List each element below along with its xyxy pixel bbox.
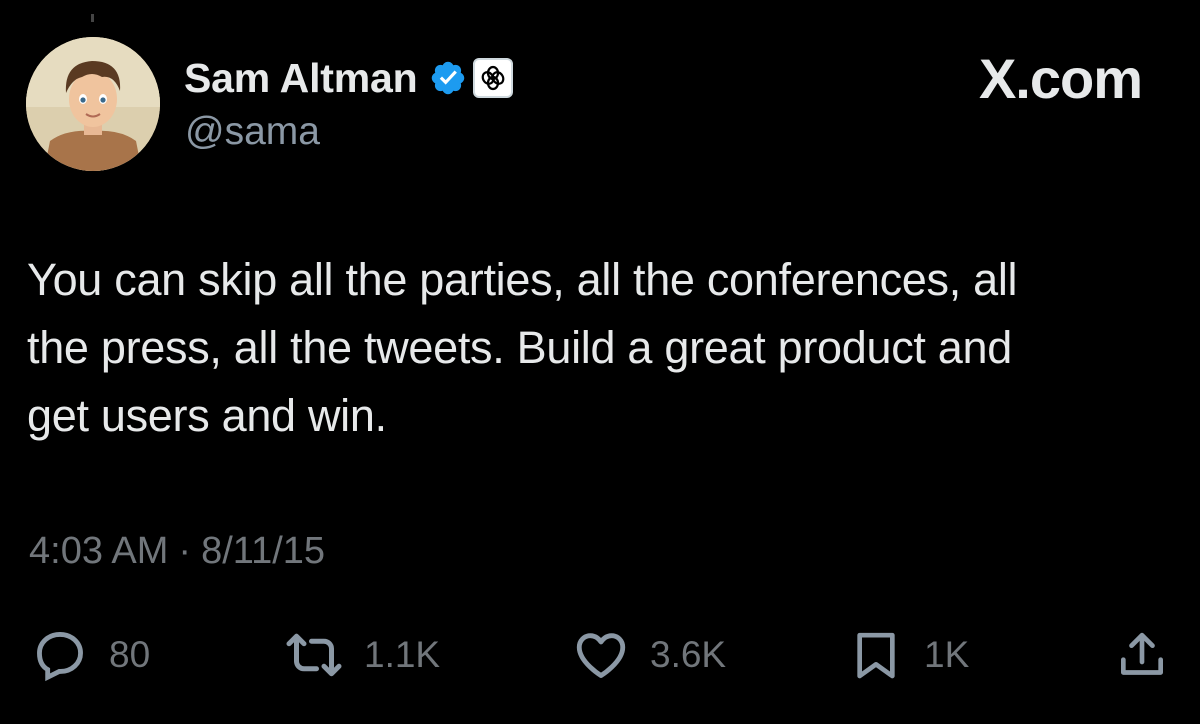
reply-button[interactable]: 80 — [31, 620, 150, 690]
retweet-icon — [284, 625, 344, 685]
x-com-brand: X.com — [978, 47, 1143, 110]
share-icon — [1114, 627, 1170, 683]
heart-icon — [572, 626, 630, 684]
openai-logo-icon[interactable] — [473, 58, 514, 98]
tweet-actions-bar: 80 1.1K 3.6K 1K — [0, 620, 1200, 690]
tweet-time: 4:03 AM — [29, 530, 169, 572]
decorative-dot — [91, 14, 94, 22]
share-button[interactable] — [1114, 620, 1170, 690]
bookmark-count: 1K — [924, 634, 970, 675]
reply-count: 80 — [109, 634, 151, 675]
verified-badge-icon[interactable] — [429, 59, 467, 97]
retweet-count: 1.1K — [364, 634, 441, 675]
bookmark-icon — [848, 627, 904, 683]
tweet-timestamp[interactable]: 4:03 AM · 8/11/15 — [29, 530, 325, 573]
tweet-text: You can skip all the parties, all the co… — [27, 254, 1018, 441]
author-name-row: Sam Altman — [184, 52, 514, 104]
retweet-button[interactable]: 1.1K — [284, 620, 440, 690]
bookmark-button[interactable]: 1K — [848, 620, 969, 690]
tweet-card: Sam Altman @sama X.com You can skip all … — [0, 0, 1200, 724]
reply-icon — [31, 626, 89, 684]
avatar[interactable] — [26, 37, 160, 171]
author-display-name[interactable]: Sam Altman — [184, 55, 418, 102]
like-count: 3.6K — [650, 634, 727, 675]
author-handle[interactable]: @sama — [185, 110, 320, 154]
tweet-date: 8/11/15 — [201, 530, 326, 572]
meta-separator: · — [178, 530, 192, 572]
like-button[interactable]: 3.6K — [572, 620, 726, 690]
